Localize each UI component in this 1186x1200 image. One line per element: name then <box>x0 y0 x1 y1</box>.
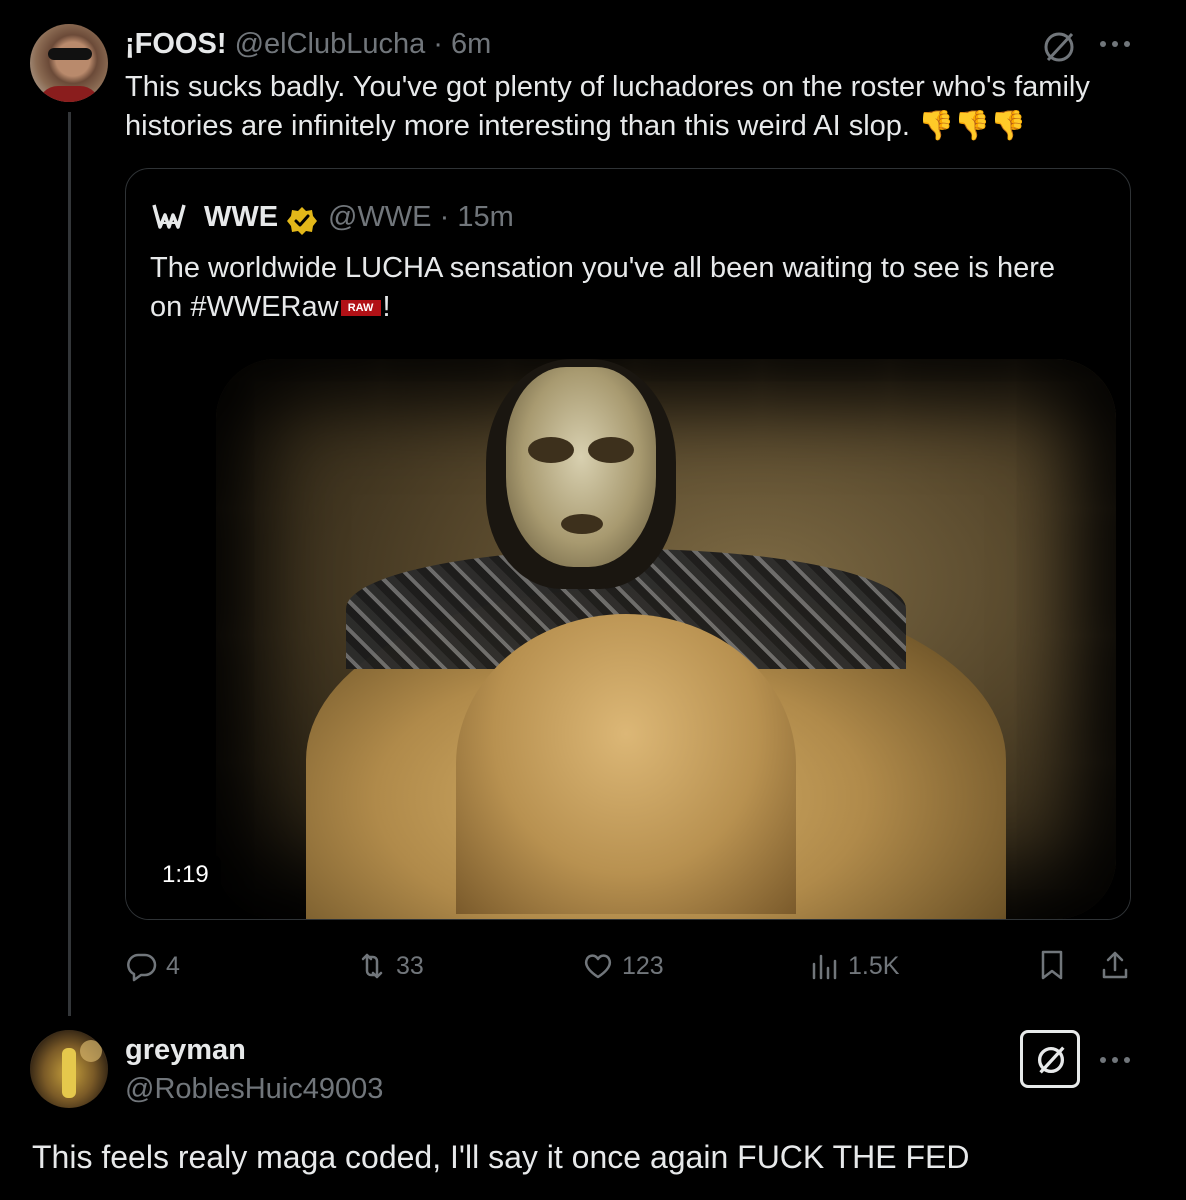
reply-text: This feels realy maga coded, I'll say it… <box>32 1139 970 1175</box>
views-icon <box>812 954 837 980</box>
post-text-part: histories are infinitely more interestin… <box>125 110 910 142</box>
quote-text-line: The worldwide LUCHA sensation you've all… <box>150 252 1056 284</box>
raw-hashflag: RAW <box>340 300 381 317</box>
more-icon[interactable] <box>1098 1054 1132 1066</box>
avatar-elclublucha[interactable] <box>30 24 108 102</box>
thread-line <box>68 112 71 1016</box>
like-count: 123 <box>622 951 664 980</box>
like-icon <box>584 954 612 979</box>
post-text-line: This sucks badly. You've got plenty of l… <box>125 71 1090 103</box>
verified-badge-icon <box>287 207 317 235</box>
avatar-greyman[interactable] <box>30 1030 108 1108</box>
quoted-tweet-card[interactable]: WWE @WWE · 15m The worldwide LUCHA sensa… <box>125 168 1131 920</box>
quote-time[interactable]: 15m <box>457 201 513 233</box>
reply-icon <box>127 953 157 982</box>
post-display-name[interactable]: ¡FOOS! <box>125 28 227 60</box>
quote-display-name[interactable]: WWE <box>204 201 278 234</box>
quote-text: The worldwide LUCHA sensation you've all… <box>150 249 1110 327</box>
avatar-mask-detail <box>48 48 92 60</box>
post-handle[interactable]: @elClubLucha <box>235 28 426 60</box>
avatar-figure-detail <box>62 1048 76 1098</box>
repost-icon <box>361 953 383 979</box>
reply-action[interactable]: 4 <box>126 948 180 984</box>
reply-handle[interactable]: @RoblesHuic49003 <box>125 1073 383 1106</box>
reply-display-name[interactable]: greyman <box>125 1034 246 1067</box>
mask-mouth <box>561 514 603 534</box>
repost-count: 33 <box>396 951 424 980</box>
quote-meta: @WWE · 15m <box>328 201 514 234</box>
quote-handle[interactable]: @WWE <box>328 201 432 233</box>
grok-icon[interactable] <box>1040 28 1078 66</box>
avatar-shirt-detail <box>38 86 100 102</box>
avatar-logo-detail <box>80 1040 102 1062</box>
reply-count: 4 <box>166 951 180 980</box>
share-icon[interactable] <box>1098 948 1132 982</box>
luchador-mask <box>506 367 656 567</box>
views-action[interactable]: 1.5K <box>808 948 899 984</box>
video-player[interactable]: 1:19 <box>126 359 1130 919</box>
post-header: ¡FOOS! @elClubLucha · 6m <box>125 28 491 61</box>
bookmark-icon[interactable] <box>1036 948 1068 982</box>
video-duration: 1:19 <box>150 855 221 895</box>
thumbs-down-emoji: 👎👎👎 <box>918 110 1027 142</box>
grok-button[interactable] <box>1020 1030 1080 1088</box>
repost-action[interactable]: 33 <box>356 948 424 984</box>
quote-text-part[interactable]: on #WWERaw <box>150 291 339 323</box>
quote-text-part: ! <box>382 291 391 323</box>
more-icon[interactable] <box>1098 38 1132 50</box>
post-text-line: histories are infinitely more interestin… <box>125 107 1165 146</box>
views-count: 1.5K <box>848 951 900 980</box>
wwe-logo-icon <box>150 197 188 235</box>
mask-eye-left <box>528 437 574 463</box>
quote-text-line: on #WWERaw RAW! <box>150 288 1110 327</box>
like-action[interactable]: 123 <box>582 948 664 984</box>
post-separator: · <box>433 28 443 60</box>
mask-eye-right <box>588 437 634 463</box>
post-text: This sucks badly. You've got plenty of l… <box>125 68 1165 146</box>
wrestler-chest <box>456 614 796 914</box>
post-time[interactable]: 6m <box>451 28 491 60</box>
grok-icon <box>1037 1046 1065 1074</box>
quote-separator: · <box>439 201 450 233</box>
